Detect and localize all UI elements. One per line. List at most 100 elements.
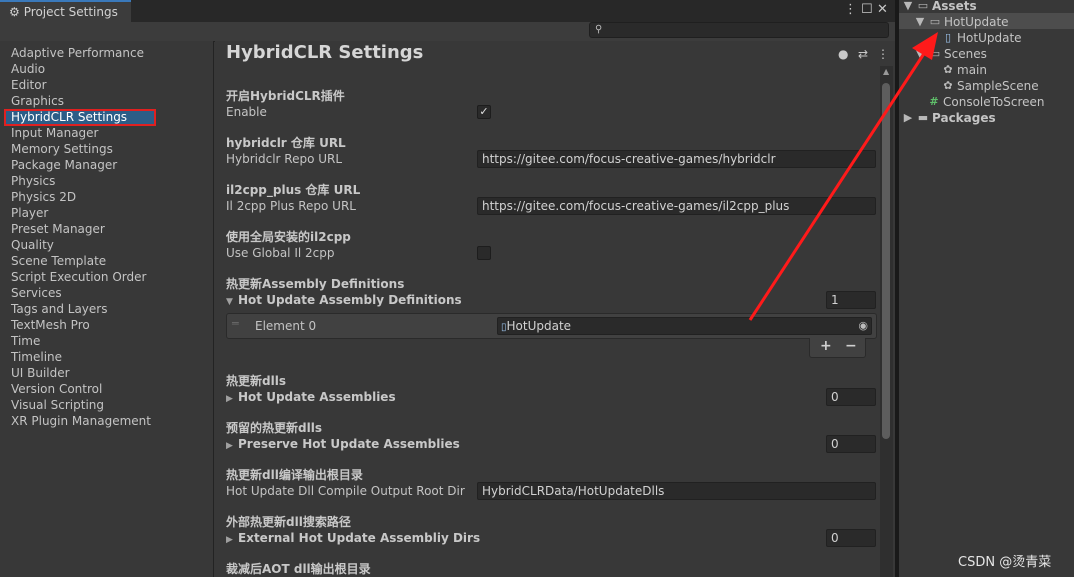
tree-item-hotupdate-asmdef[interactable]: ▯ HotUpdate (942, 30, 1022, 46)
sidebar-item-physics-2d[interactable]: Physics 2D (11, 189, 76, 205)
output-dir-label: Hot Update Dll Compile Output Root Dir (226, 484, 465, 498)
page-title: HybridCLR Settings (226, 42, 424, 63)
tree-item-scene-main[interactable]: ✿ main (942, 62, 987, 78)
unity-scene-icon: ✿ (943, 79, 953, 92)
maximize-icon[interactable]: ☐ (861, 2, 873, 18)
tree-item-scene-sample[interactable]: ✿ SampleScene (942, 78, 1038, 94)
tab-project-settings[interactable]: ⚙ Project Settings (0, 0, 131, 22)
repo-url-field[interactable]: https://gitee.com/focus-creative-games/h… (477, 150, 876, 168)
global-il2cpp-checkbox[interactable] (477, 246, 491, 260)
tree-item-hotupdate-folder[interactable]: ▼ ▭ HotUpdate (914, 14, 1009, 30)
chevron-down-icon: ▼ (915, 47, 925, 60)
preserve-label: Preserve Hot Update Assemblies (238, 437, 460, 451)
foldout-collapsed-icon: ▶ (226, 535, 233, 545)
settings-sidebar: Adaptive Performance Audio Editor Graphics H… (0, 41, 214, 577)
sidebar-item-quality[interactable]: Quality (11, 237, 54, 253)
add-element-button[interactable]: + (820, 338, 832, 354)
repo-url-label: Hybridclr Repo URL (226, 152, 343, 166)
folder-icon: ▬ (917, 111, 929, 124)
asm-defs-foldout[interactable]: ▼ Hot Update Assembly Definitions (226, 293, 462, 307)
section-output-dir-title: 热更新dll编译输出根目录 (226, 468, 363, 482)
output-dir-field[interactable]: HybridCLRData/HotUpdateDlls (477, 482, 876, 500)
help-icon[interactable]: ● (838, 47, 848, 61)
sidebar-item-memory-settings[interactable]: Memory Settings (11, 141, 113, 157)
sidebar-item-hybridclr-settings[interactable]: HybridCLR Settings (11, 109, 127, 125)
sidebar-item-player[interactable]: Player (11, 205, 48, 221)
drag-handle-icon[interactable]: ═ (232, 317, 239, 330)
external-dirs-count[interactable]: 0 (826, 529, 876, 547)
tab-label: Project Settings (23, 5, 118, 19)
search-icon: ⚲ (595, 24, 603, 35)
section-preserve-title: 预留的热更新dlls (226, 421, 322, 435)
global-il2cpp-label: Use Global Il 2cpp (226, 246, 335, 260)
preserve-foldout[interactable]: ▶ Preserve Hot Update Assemblies (226, 437, 460, 451)
unity-scene-icon: ✿ (943, 63, 953, 76)
remove-element-button[interactable]: − (845, 338, 857, 354)
sidebar-item-script-execution-order[interactable]: Script Execution Order (11, 269, 146, 285)
section-asm-defs-title: 热更新Assembly Definitions (226, 277, 405, 291)
preset-icon[interactable]: ⇄ (858, 47, 868, 61)
scrollbar-thumb[interactable] (882, 83, 890, 439)
preserve-count[interactable]: 0 (826, 435, 876, 453)
section-external-dirs-title: 外部热更新dll搜索路径 (226, 515, 351, 529)
sidebar-item-time[interactable]: Time (11, 333, 40, 349)
element-label: Element 0 (255, 319, 317, 333)
sidebar-item-textmesh-pro[interactable]: TextMesh Pro (11, 317, 90, 333)
tree-item-console-script[interactable]: # ConsoleToScreen (928, 94, 1044, 110)
csharp-script-icon: # (929, 95, 939, 108)
folder-open-icon: ▭ (929, 15, 941, 28)
more-options-icon[interactable]: ⋮ (877, 47, 889, 61)
external-dirs-label: External Hot Update Assembliy Dirs (238, 531, 481, 545)
section-il2cpp-url-title: il2cpp_plus 仓库 URL (226, 183, 361, 197)
tree-item-assets[interactable]: ▼ ▭ Assets (902, 0, 977, 14)
sidebar-item-tags-and-layers[interactable]: Tags and Layers (11, 301, 107, 317)
chevron-down-icon: ▼ (915, 15, 925, 28)
scroll-up-icon[interactable]: ▲ (883, 67, 889, 76)
hot-dlls-count[interactable]: 0 (826, 388, 876, 406)
section-global-il2cpp-title: 使用全局安装的il2cpp (226, 230, 351, 244)
sidebar-item-preset-manager[interactable]: Preset Manager (11, 221, 105, 237)
settings-main-panel: HybridCLR Settings ● ⇄ ⋮ 开启HybridCLR插件 E… (215, 41, 895, 577)
tree-item-scenes[interactable]: ▼ ▭ Scenes (914, 46, 987, 62)
sidebar-item-scene-template[interactable]: Scene Template (11, 253, 106, 269)
asmdef-file-icon: ▯ (944, 31, 952, 44)
sidebar-item-ui-builder[interactable]: UI Builder (11, 365, 70, 381)
sidebar-item-input-manager[interactable]: Input Manager (11, 125, 99, 141)
sidebar-item-editor[interactable]: Editor (11, 77, 47, 93)
watermark: CSDN @烫青菜 (958, 555, 1052, 570)
object-picker-icon[interactable]: ◉ (858, 318, 868, 334)
il2cpp-url-label: Il 2cpp Plus Repo URL (226, 199, 356, 213)
tree-item-packages[interactable]: ▶ ▬ Packages (902, 110, 996, 126)
enable-label: Enable (226, 105, 267, 119)
search-input[interactable] (589, 22, 889, 38)
section-enable-title: 开启HybridCLR插件 (226, 89, 345, 103)
sidebar-item-xr-plugin-management[interactable]: XR Plugin Management (11, 413, 151, 429)
chevron-right-icon: ▶ (903, 111, 913, 124)
foldout-collapsed-icon: ▶ (226, 394, 233, 404)
hot-dlls-foldout[interactable]: ▶ Hot Update Assemblies (226, 390, 396, 404)
section-hot-dlls-title: 热更新dlls (226, 374, 286, 388)
close-icon[interactable]: ✕ (877, 2, 888, 18)
element-object-field[interactable]: ▯HotUpdate ◉ (497, 317, 872, 335)
foldout-expanded-icon: ▼ (226, 297, 233, 307)
tab-bar (0, 0, 895, 22)
enable-checkbox[interactable]: ✓ (477, 105, 491, 119)
gear-icon: ⚙ (9, 5, 20, 19)
sidebar-item-version-control[interactable]: Version Control (11, 381, 102, 397)
section-repo-url-title: hybridclr 仓库 URL (226, 136, 346, 150)
checkmark-icon: ✓ (479, 105, 489, 118)
sidebar-item-adaptive-performance[interactable]: Adaptive Performance (11, 45, 144, 61)
sidebar-item-physics[interactable]: Physics (11, 173, 55, 189)
folder-open-icon: ▭ (917, 0, 929, 12)
il2cpp-url-field[interactable]: https://gitee.com/focus-creative-games/i… (477, 197, 876, 215)
sidebar-item-audio[interactable]: Audio (11, 61, 45, 77)
sidebar-item-timeline[interactable]: Timeline (11, 349, 62, 365)
folder-open-icon: ▭ (929, 47, 941, 60)
sidebar-item-package-manager[interactable]: Package Manager (11, 157, 117, 173)
sidebar-item-graphics[interactable]: Graphics (11, 93, 64, 109)
more-menu-icon[interactable]: ⋮ (844, 2, 857, 18)
external-dirs-foldout[interactable]: ▶ External Hot Update Assembliy Dirs (226, 531, 480, 545)
sidebar-item-visual-scripting[interactable]: Visual Scripting (11, 397, 104, 413)
sidebar-item-services[interactable]: Services (11, 285, 62, 301)
asm-defs-count[interactable]: 1 (826, 291, 876, 309)
